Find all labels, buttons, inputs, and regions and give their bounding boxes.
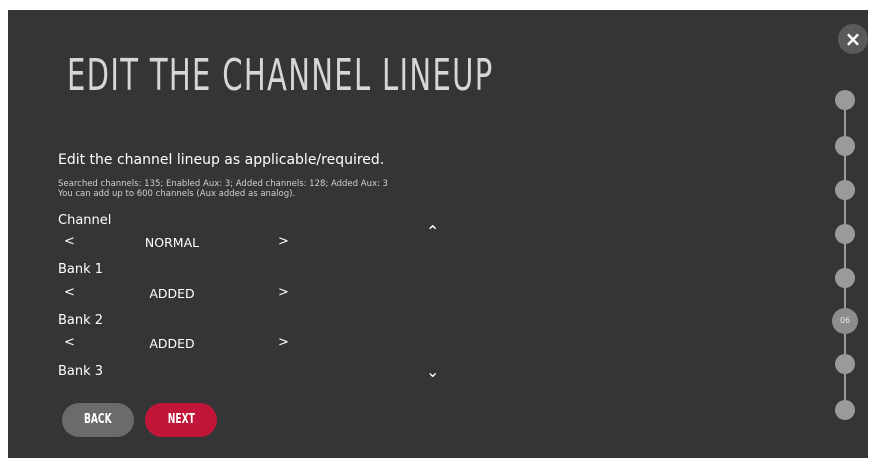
bank-1-value[interactable]: ADDED [112,286,232,301]
close-button[interactable]: × [838,24,868,54]
page-title: EDIT THE CHANNEL LINEUP [67,50,494,101]
row-label-bank-1: Bank 1 [58,262,104,277]
chevron-up-icon[interactable]: ⌃ [426,222,439,241]
step-dot [835,136,855,156]
next-button[interactable]: NEXT [145,403,217,437]
channel-info-line-1: Searched channels: 135; Enabled Aux: 3; … [58,179,388,189]
chevron-down-icon[interactable]: ⌄ [426,362,439,381]
chevron-left-icon[interactable]: < [64,335,75,350]
step-dot [835,400,855,420]
page-subtitle: Edit the channel lineup as applicable/re… [58,152,385,168]
chevron-right-icon[interactable]: > [278,285,289,300]
row-label-bank-2: Bank 2 [58,313,104,328]
step-dot [835,90,855,110]
row-label-bank-3: Bank 3 [58,364,104,379]
chevron-left-icon[interactable]: < [64,234,75,249]
step-dot [835,224,855,244]
chevron-right-icon[interactable]: > [278,234,289,249]
step-dot [835,354,855,374]
row-label-channel: Channel [58,213,112,228]
step-dot [835,180,855,200]
close-icon: × [844,27,862,51]
bank-2-value[interactable]: ADDED [112,336,232,351]
chevron-left-icon[interactable]: < [64,285,75,300]
channel-info: Searched channels: 135; Enabled Aux: 3; … [58,179,388,199]
back-button[interactable]: BACK [62,403,134,437]
step-dot-current: 06 [832,308,858,334]
channel-info-line-2: You can add up to 600 channels (Aux adde… [58,189,296,199]
chevron-right-icon[interactable]: > [278,335,289,350]
channel-value[interactable]: NORMAL [112,235,232,250]
step-dot [835,268,855,288]
